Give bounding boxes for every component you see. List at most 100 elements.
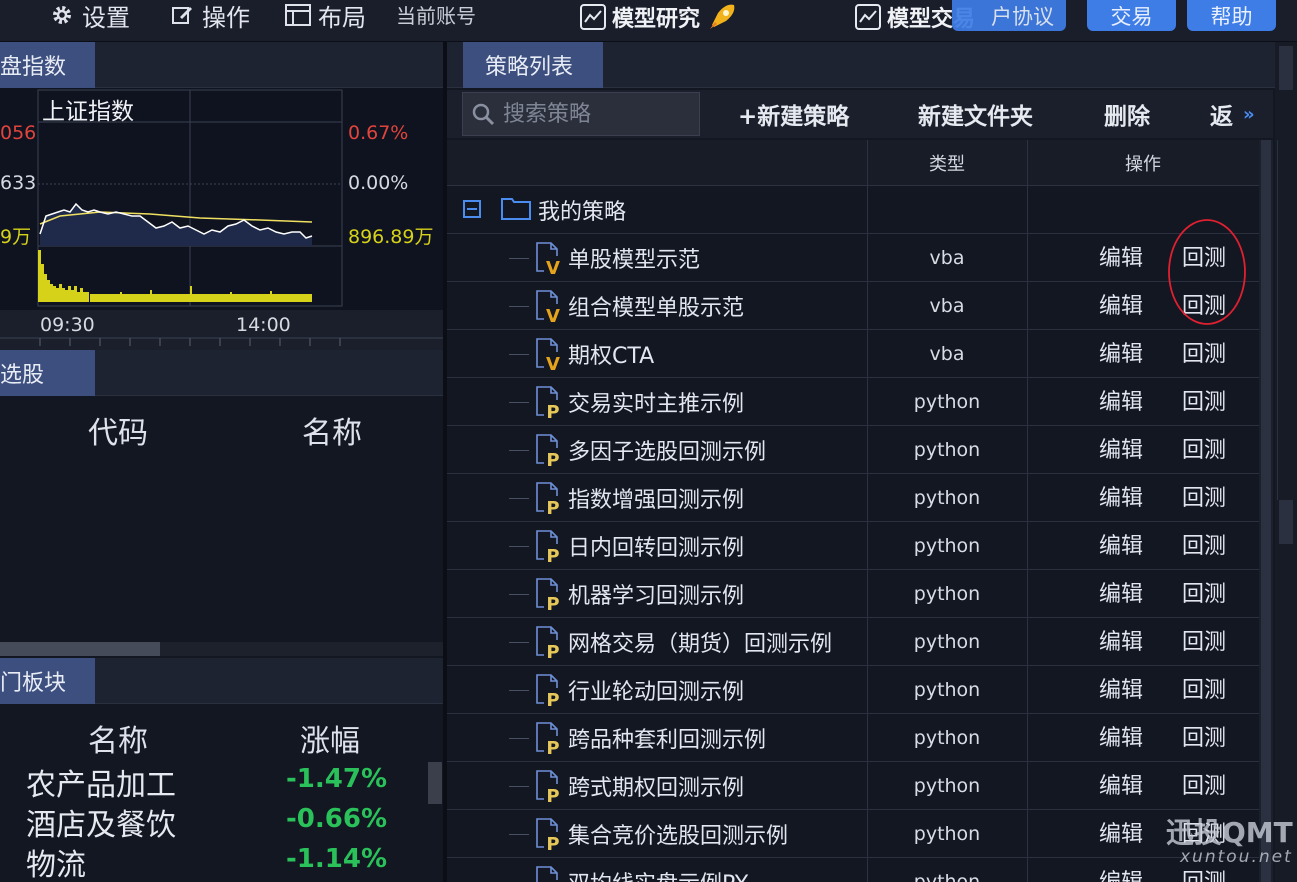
backtest-link[interactable]: 回测	[1182, 762, 1226, 806]
search-input[interactable]	[503, 101, 683, 127]
strategy-scrollbar[interactable]	[1259, 140, 1273, 882]
edit-link[interactable]: 编辑	[1099, 858, 1143, 882]
edit-link[interactable]: 编辑	[1099, 282, 1143, 326]
right-axis-label-vol: 896.89万	[348, 226, 434, 248]
new-strategy-button[interactable]: +新建策略	[738, 96, 849, 132]
column-name[interactable]: 名称	[302, 408, 362, 452]
operate-menu[interactable]: 操作	[168, 0, 250, 32]
edit-link[interactable]: 编辑	[1099, 570, 1143, 614]
strategy-row[interactable]: P双均线实盘示例PYpython编辑回测	[447, 858, 1259, 882]
sector-row-name[interactable]: 农产品加工	[26, 760, 176, 804]
sector-list[interactable]: 名称 涨幅 农产品加工 -1.47% 酒店及餐饮 -0.66% 物流 -1.14…	[0, 704, 443, 882]
strategy-type: vba	[929, 295, 965, 317]
back-button[interactable]: 返 »	[1210, 96, 1255, 132]
strategy-scrollbar-thumb[interactable]	[1261, 140, 1271, 882]
chart-title: 上证指数	[42, 99, 134, 125]
collapse-icon[interactable]	[463, 200, 481, 222]
current-account-label[interactable]: 当前账号	[396, 0, 476, 28]
model-research-label: 模型研究	[612, 7, 701, 32]
strategy-type: python	[913, 535, 981, 557]
tree-connector	[509, 834, 529, 835]
sector-row-name[interactable]: 酒店及餐饮	[26, 800, 176, 844]
strategy-type: python	[913, 871, 981, 882]
sector-scrollbar-thumb[interactable]	[428, 762, 442, 804]
strategy-row[interactable]: V 期权CTA vba 编辑 回测	[447, 330, 1259, 378]
horizontal-scrollbar[interactable]	[0, 642, 443, 656]
edit-link[interactable]: 编辑	[1099, 714, 1143, 758]
column-change[interactable]: 涨幅	[300, 716, 360, 760]
strategy-row[interactable]: P 网格交易（期货）回测示例 python 编辑 回测	[447, 618, 1259, 666]
backtest-link[interactable]: 回测	[1182, 330, 1226, 374]
strategy-row[interactable]: V 单股模型示范 vba 编辑 回测	[447, 234, 1259, 282]
index-chart[interactable]: 上证指数 056 633 9万 0.67% 0.00% 896.89万 09:3…	[0, 88, 443, 350]
edit-link[interactable]: 编辑	[1099, 378, 1143, 422]
strategy-row[interactable]: P 多因子选股回测示例 python 编辑 回测	[447, 426, 1259, 474]
settings-menu[interactable]: 设置	[48, 0, 130, 32]
delete-button[interactable]: 删除	[1104, 96, 1150, 132]
tree-connector	[509, 738, 529, 739]
column-sector-name[interactable]: 名称	[88, 716, 148, 760]
edit-link[interactable]: 编辑	[1099, 426, 1143, 470]
left-axis-label-vol: 9万	[0, 226, 32, 248]
edit-link[interactable]: 编辑	[1099, 474, 1143, 518]
double-chevron-right-icon[interactable]: »	[1243, 104, 1255, 125]
model-research-tab[interactable]: 模型研究	[580, 2, 736, 32]
backtest-link[interactable]: 回测	[1182, 522, 1226, 566]
backtest-link[interactable]: 回测	[1182, 666, 1226, 710]
strategy-row[interactable]: P 跨式期权回测示例 python 编辑 回测	[447, 762, 1259, 810]
strategy-name: 机器学习回测示例	[568, 584, 745, 609]
index-panel-header: 盘指数	[0, 42, 443, 88]
folder-row[interactable]: 我的策略	[447, 186, 1259, 234]
edit-link[interactable]: 编辑	[1099, 810, 1143, 854]
strategy-search[interactable]	[462, 92, 700, 136]
stock-panel-header: 选股	[0, 350, 443, 396]
edit-link[interactable]: 编辑	[1099, 762, 1143, 806]
edit-link[interactable]: 编辑	[1099, 618, 1143, 662]
hot-sector-tab[interactable]: 门板块	[0, 658, 95, 704]
strategy-row[interactable]: P 指数增强回测示例 python 编辑 回测	[447, 474, 1259, 522]
trade-button[interactable]: 交易	[1087, 0, 1176, 31]
new-folder-button[interactable]: 新建文件夹	[918, 96, 1033, 132]
scrollbar-thumb[interactable]	[0, 642, 160, 656]
tree-connector	[509, 258, 529, 259]
python-file-icon: P	[535, 578, 563, 615]
strategy-row[interactable]: P 集合竞价选股回测示例 python 编辑 回测	[447, 810, 1259, 858]
backtest-link[interactable]: 回测	[1182, 618, 1226, 662]
backtest-link[interactable]: 回测	[1182, 426, 1226, 470]
backtest-link[interactable]: 回测	[1182, 474, 1226, 518]
edit-link[interactable]: 编辑	[1099, 330, 1143, 374]
strategy-row[interactable]: P 交易实时主推示例 python 编辑 回测	[447, 378, 1259, 426]
sector-row-name[interactable]: 物流	[26, 840, 86, 882]
stock-pick-tab[interactable]: 选股	[0, 350, 95, 396]
python-file-icon: P	[535, 770, 563, 807]
index-tab[interactable]: 盘指数	[0, 42, 95, 88]
help-button[interactable]: 帮助	[1187, 0, 1276, 31]
column-action[interactable]: 操作	[1027, 140, 1259, 186]
user-protocol-button[interactable]: 户协议	[952, 0, 1066, 31]
backtest-link[interactable]: 回测	[1182, 378, 1226, 422]
layout-icon	[284, 1, 312, 29]
strategy-name: 多因子选股回测示例	[568, 440, 767, 465]
edit-link[interactable]: 编辑	[1099, 666, 1143, 710]
backtest-link[interactable]: 回测	[1182, 714, 1226, 758]
strategy-type: python	[913, 487, 981, 509]
svg-text:V: V	[546, 258, 560, 276]
strategy-row[interactable]: P 行业轮动回测示例 python 编辑 回测	[447, 666, 1259, 714]
column-code[interactable]: 代码	[88, 408, 148, 452]
edit-link[interactable]: 编辑	[1099, 522, 1143, 566]
strategy-name: 组合模型单股示范	[568, 296, 745, 321]
layout-menu[interactable]: 布局	[284, 0, 366, 32]
strategy-type: python	[913, 775, 981, 797]
column-type[interactable]: 类型	[867, 140, 1027, 186]
time-label-afternoon: 14:00	[236, 314, 291, 336]
tree-connector	[509, 546, 529, 547]
strategy-row[interactable]: P 机器学习回测示例 python 编辑 回测	[447, 570, 1259, 618]
strategy-row[interactable]: P 跨品种套利回测示例 python 编辑 回测	[447, 714, 1259, 762]
stock-list[interactable]: 代码 名称	[0, 396, 443, 642]
backtest-link[interactable]: 回测	[1182, 570, 1226, 614]
strategy-name: 双均线实盘示例PY	[568, 858, 748, 882]
strategy-list-tab[interactable]: 策略列表	[463, 42, 603, 88]
strategy-row[interactable]: V 组合模型单股示范 vba 编辑 回测	[447, 282, 1259, 330]
edit-link[interactable]: 编辑	[1099, 234, 1143, 278]
strategy-row[interactable]: P 日内回转回测示例 python 编辑 回测	[447, 522, 1259, 570]
